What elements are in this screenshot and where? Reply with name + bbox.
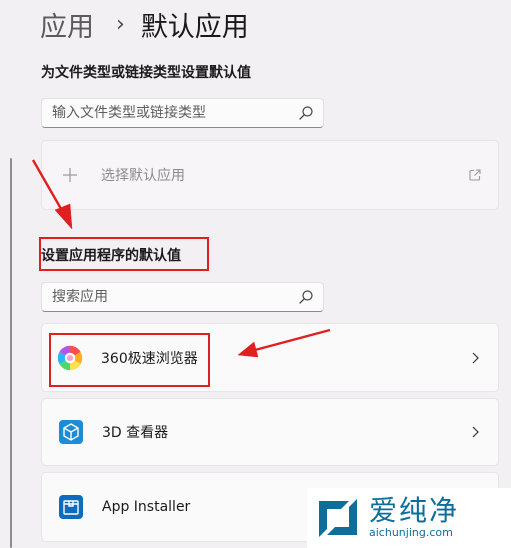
plus-icon: [63, 168, 77, 182]
app-item-3d-viewer[interactable]: 3D 查看器: [41, 398, 499, 466]
watermark-url: aichunjing.com: [369, 526, 453, 539]
app-name: App Installer: [102, 499, 191, 515]
chevron-right-icon: ›: [116, 11, 125, 37]
breadcrumb: 应用 › 默认应用: [40, 4, 249, 44]
annotation-box-app: [49, 333, 210, 387]
breadcrumb-parent-apps[interactable]: 应用: [40, 5, 94, 44]
annotation-box-heading: [39, 237, 209, 271]
choose-default-app-label: 选择默认应用: [101, 168, 185, 184]
cube-icon: [59, 420, 83, 444]
app-search-box: [41, 282, 324, 312]
watermark-title: 爱纯净: [369, 494, 460, 527]
watermark-logo-icon: [319, 499, 357, 537]
app-search-input[interactable]: [42, 288, 298, 306]
search-icon[interactable]: [298, 105, 314, 121]
file-types-heading: 为文件类型或链接类型设置默认值: [41, 65, 251, 81]
open-external-icon: [469, 169, 481, 181]
choose-default-app-card[interactable]: 选择默认应用: [41, 140, 499, 210]
watermark: 爱纯净 aichunjing.com: [307, 488, 511, 548]
file-type-search-box: [41, 98, 324, 128]
chevron-right-icon: [472, 352, 479, 363]
scrollbar[interactable]: [10, 158, 12, 548]
search-icon[interactable]: [298, 289, 314, 305]
file-type-search-input[interactable]: [42, 104, 298, 122]
default-apps-page: 应用 › 默认应用 为文件类型或链接类型设置默认值 选择默认应用 设置应用程序的…: [0, 0, 511, 548]
page-title: 默认应用: [140, 11, 249, 43]
chevron-right-icon: [472, 426, 479, 438]
package-icon: [59, 495, 83, 519]
app-name: 3D 查看器: [102, 425, 169, 441]
